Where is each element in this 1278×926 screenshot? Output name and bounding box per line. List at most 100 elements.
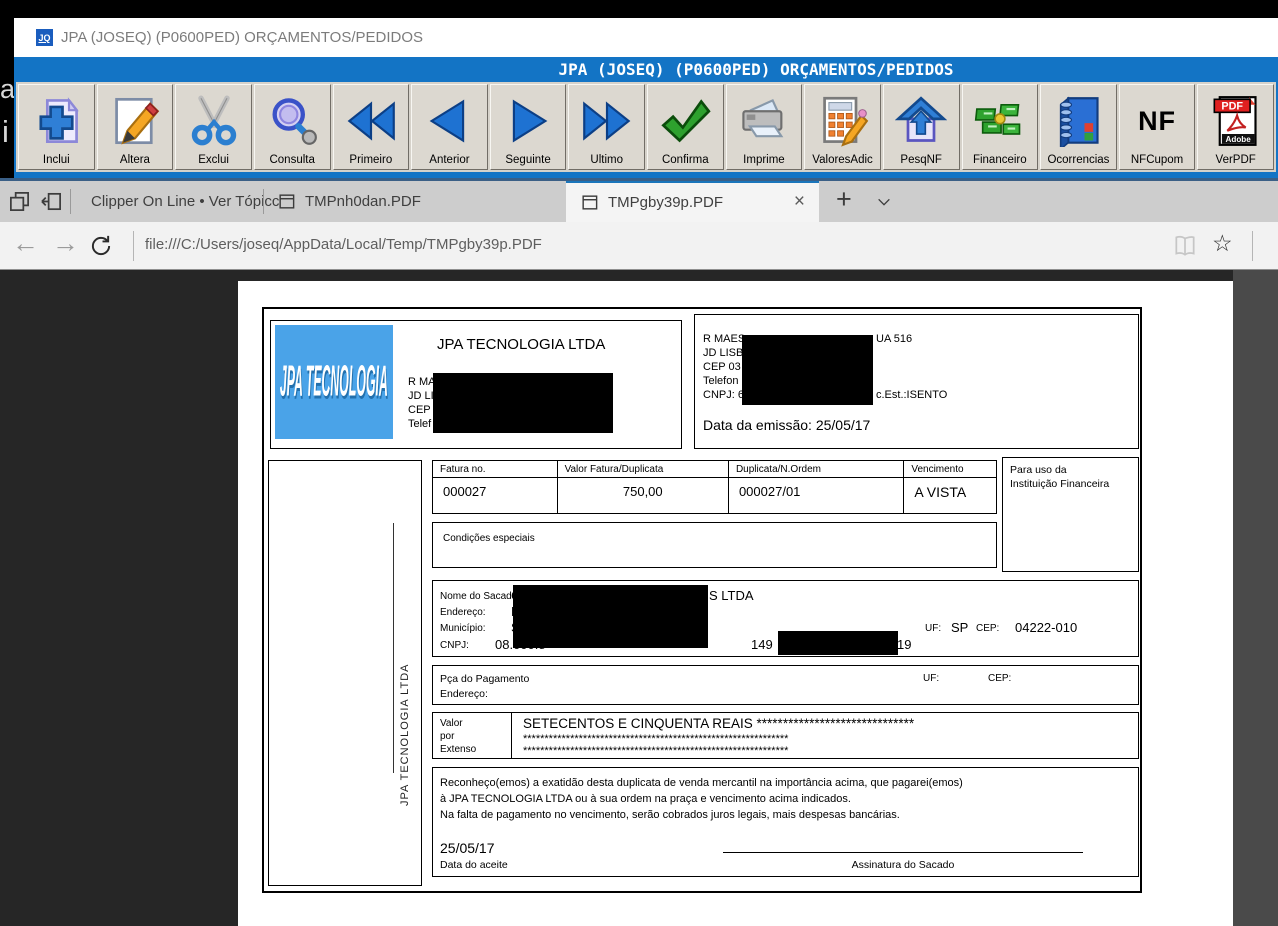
tab-title: TMPgby39p.PDF [608, 194, 723, 211]
jpa-app-window: JQ JPA (JOSEQ) (P0600PED) ORÇAMENTOS/PED… [14, 18, 1278, 178]
left-margin-box: JPA TECNOLOGIA LTDA [268, 460, 422, 886]
sacado-label: Endereço: [440, 607, 486, 618]
toolbar-button-label: ValoresAdic [812, 152, 873, 168]
address-bar[interactable]: file:///C:/Users/joseq/AppData/Local/Tem… [145, 236, 542, 253]
pagamento-line: Pça do Pagamento [440, 673, 529, 685]
toolbar-button-ultimo[interactable]: Ultimo [568, 84, 645, 170]
favorites-star-icon[interactable]: ☆ [1212, 230, 1233, 257]
reading-view-icon[interactable] [1172, 233, 1198, 259]
pdf-viewer-area: JPA TECNOLOGIA JPA TECNOLOGIA LTDA R MA … [0, 270, 1278, 926]
home-arrow-icon [895, 90, 947, 152]
scissors-icon [188, 90, 240, 152]
sacado-nome-suffix: S LTDA [709, 588, 754, 603]
set-tabs-aside-icon[interactable] [40, 190, 63, 213]
toolbar-button-verpdf[interactable]: PDFAdobe VerPDF [1197, 84, 1274, 170]
vertical-rule [393, 523, 394, 773]
pdf-page: JPA TECNOLOGIA JPA TECNOLOGIA LTDA R MA … [238, 281, 1233, 926]
signature-line [723, 852, 1083, 853]
app-banner: JPA (JOSEQ) (P0600PED) ORÇAMENTOS/PEDIDO… [14, 57, 1278, 82]
forward-icon[interactable]: → [52, 228, 79, 259]
tab-close-icon[interactable]: × [794, 191, 805, 213]
tab-tmpgby39p-pdf-active[interactable]: TMPgby39p.PDF × [566, 181, 819, 222]
toolbar-button-anterior[interactable]: Anterior [411, 84, 488, 170]
toolbar-button-seguinte[interactable]: Seguinte [490, 84, 567, 170]
tab-preview-icon[interactable] [8, 190, 31, 213]
declaration-line: Reconheço(emos) a exatidão desta duplica… [440, 777, 963, 789]
sacado-insc-suffix: 19 [897, 637, 911, 652]
toolbar-button-ocorrencias[interactable]: Ocorrencias [1040, 84, 1117, 170]
sacado-box: Nome do Sacado: CA S LTDA Endereço: RU M… [432, 580, 1139, 657]
redaction-box [742, 335, 873, 405]
para-uso-line: Instituição Financeira [1010, 478, 1109, 490]
toolbar-button-label: Anterior [429, 152, 469, 168]
notebook-icon [1052, 90, 1104, 152]
sacado-label: UF: [925, 623, 941, 634]
tab-bar: Clipper On Line • Ver Tópicc TMPnh0dan.P… [0, 181, 1278, 222]
svg-text:Adobe: Adobe [1225, 135, 1251, 144]
tab-tmpnh0dan-pdf[interactable]: TMPnh0dan.PDF [265, 181, 565, 222]
declaration-line: Na falta de pagamento no vencimento, ser… [440, 809, 900, 821]
extenso-line: SETECENTOS E CINQUENTA REAIS ***********… [523, 716, 914, 731]
toolbar-button-label: Imprime [743, 152, 785, 168]
printer-icon [738, 90, 790, 152]
sacado-cep: 04222-010 [1015, 620, 1077, 635]
toolbar-button-nfcupom[interactable]: NF NFCupom [1119, 84, 1196, 170]
fatura-header: Valor Fatura/Duplicata [558, 461, 728, 478]
company-logo: JPA TECNOLOGIA [275, 325, 393, 439]
toolbar-button-label: NFCupom [1131, 152, 1183, 168]
document-icon [580, 193, 599, 212]
toolbar-button-label: Primeiro [349, 152, 392, 168]
calculator-pencil-icon [817, 90, 869, 152]
background-window-edge: a i [0, 18, 14, 178]
fatura-value: 000027/01 [729, 478, 903, 499]
pagamento-label: UF: [923, 673, 939, 684]
issuer-line: CNPJ: 6 [703, 389, 744, 401]
edge-browser-window: Clipper On Line • Ver Tópicc TMPnh0dan.P… [0, 178, 1278, 926]
issuer-line: Telefon [703, 375, 738, 387]
toolbar-button-altera[interactable]: Altera [97, 84, 174, 170]
refresh-icon[interactable] [88, 233, 114, 259]
toolbar-button-label: Exclui [198, 152, 229, 168]
aceite-date-label: Data do aceite [440, 859, 508, 871]
toolbar-button-inclui[interactable]: Inclui [18, 84, 95, 170]
background-letter: a [0, 74, 14, 105]
issuer-line: JD LISB [703, 347, 743, 359]
toolbar-button-label: PesqNF [900, 152, 942, 168]
toolbar-button-label: VerPDF [1216, 152, 1256, 168]
tab-clipper-online[interactable]: Clipper On Line • Ver Tópicc [72, 181, 263, 222]
sacado-label: Nome do Sacado: [440, 591, 520, 602]
sacado-label: CEP: [976, 623, 999, 634]
toolbar-button-financeiro[interactable]: Financeiro [962, 84, 1039, 170]
app-window-title: JPA (JOSEQ) (P0600PED) ORÇAMENTOS/PEDIDO… [61, 29, 423, 46]
toolbar-button-valoresadic[interactable]: ValoresAdic [804, 84, 881, 170]
extenso-line: ****************************************… [523, 745, 788, 757]
pagamento-line: Endereço: [440, 688, 488, 700]
pdf-viewer-right-band [1233, 270, 1278, 926]
toolbar-button-confirma[interactable]: Confirma [647, 84, 724, 170]
issuer-address-box: R MAES UA 516 JD LISB CEP 03 Telefon CNP… [694, 314, 1139, 449]
app-banner-title: JPA (JOSEQ) (P0600PED) ORÇAMENTOS/PEDIDO… [559, 60, 954, 79]
app-toolbar: Inclui Altera Exclui Consulta Primeiro [16, 82, 1276, 172]
back-icon[interactable]: ← [12, 228, 39, 259]
divider [263, 189, 264, 214]
toolbar-button-label: Consulta [269, 152, 314, 168]
new-tab-button[interactable]: + [836, 184, 852, 215]
aceite-date: 25/05/17 [440, 840, 495, 856]
vertical-company-name: JPA TECNOLOGIA LTDA [399, 566, 411, 806]
toolbar-button-consulta[interactable]: Consulta [254, 84, 331, 170]
condicoes-label: Condições especiais [443, 533, 535, 544]
redaction-box [513, 585, 708, 648]
top-black-strip [0, 0, 1278, 18]
first-record-icon [345, 90, 397, 152]
emission-date: Data da emissão: 25/05/17 [703, 417, 870, 433]
toolbar-button-pesqnf[interactable]: PesqNF [883, 84, 960, 170]
edit-record-icon [109, 90, 161, 152]
nf-text-icon: NF [1138, 90, 1176, 152]
fatura-table: Fatura no. 000027 Valor Fatura/Duplicata… [432, 460, 997, 514]
tab-list-chevron-icon[interactable] [876, 194, 892, 210]
add-record-icon [30, 90, 82, 152]
toolbar-button-exclui[interactable]: Exclui [175, 84, 252, 170]
toolbar-button-imprime[interactable]: Imprime [726, 84, 803, 170]
toolbar-button-primeiro[interactable]: Primeiro [333, 84, 410, 170]
redaction-box [778, 631, 898, 655]
